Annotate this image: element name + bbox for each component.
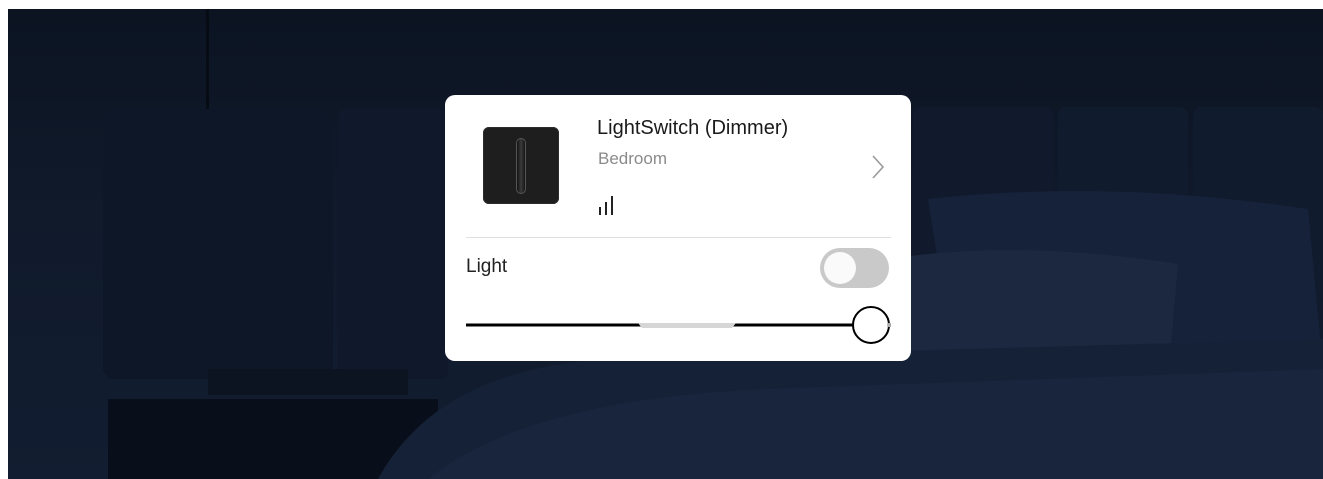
light-control-label: Light bbox=[466, 256, 508, 277]
chevron-right-icon[interactable] bbox=[870, 153, 886, 181]
bedroom-background: LightSwitch (Dimmer) Bedroom Light bbox=[8, 9, 1323, 479]
light-toggle[interactable] bbox=[820, 248, 889, 288]
slider-highlight bbox=[638, 323, 736, 328]
signal-strength-icon bbox=[599, 196, 613, 215]
switch-key-graphic bbox=[516, 138, 526, 194]
brightness-slider[interactable] bbox=[466, 303, 891, 347]
slider-handle[interactable] bbox=[852, 306, 890, 344]
device-card: LightSwitch (Dimmer) Bedroom Light bbox=[445, 95, 911, 361]
brightness-slider-graphic bbox=[466, 306, 891, 344]
light-switch-device-icon[interactable] bbox=[483, 127, 559, 204]
toggle-knob bbox=[824, 252, 856, 284]
device-room: Bedroom bbox=[598, 149, 667, 168]
slider-end-dot bbox=[887, 323, 891, 327]
section-divider bbox=[466, 237, 891, 238]
device-name[interactable]: LightSwitch (Dimmer) bbox=[597, 117, 788, 140]
